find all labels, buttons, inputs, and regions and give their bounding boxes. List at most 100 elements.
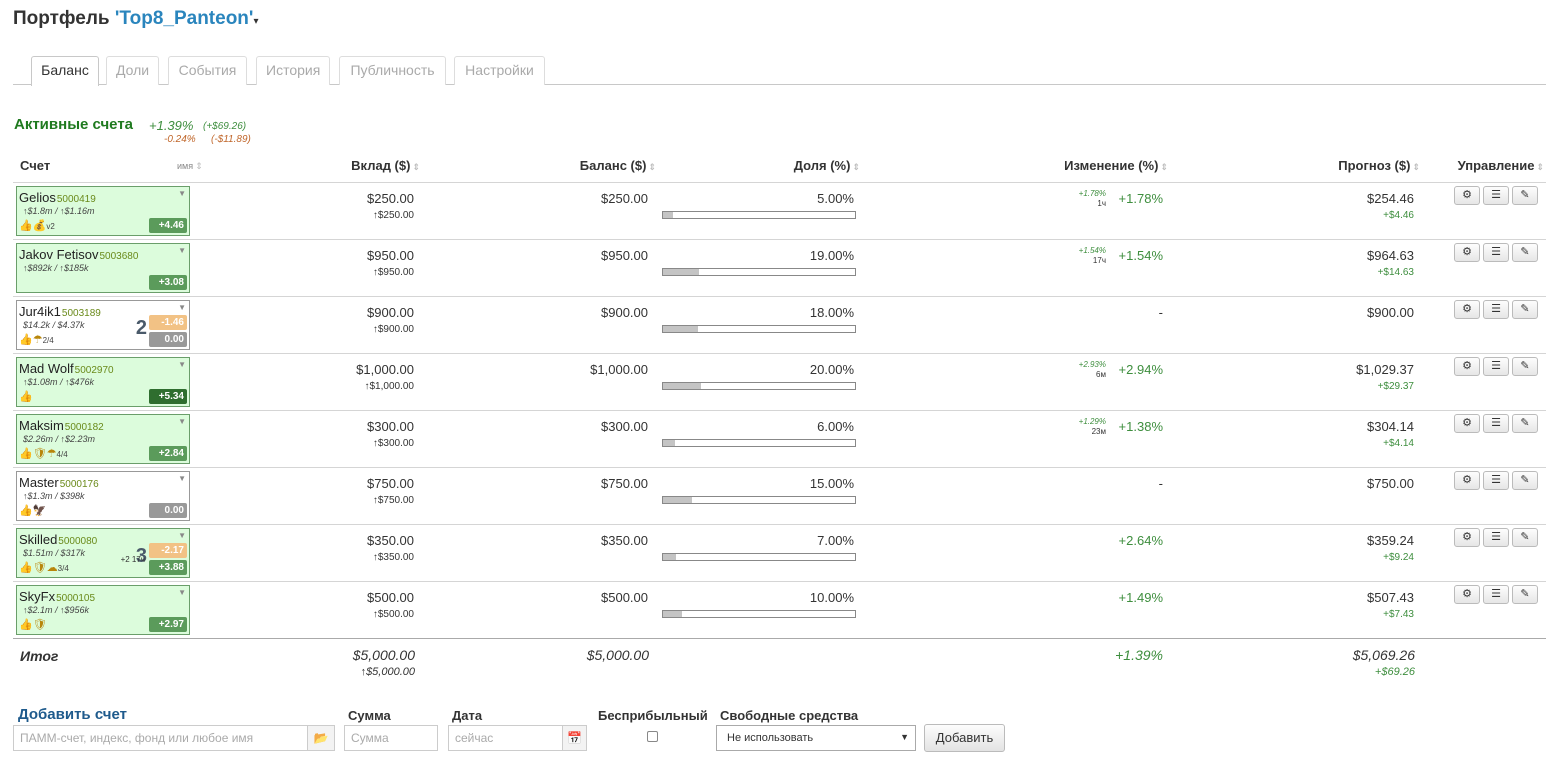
share-progress-fill (663, 611, 682, 617)
gear-icon[interactable]: ⚙ (1454, 471, 1480, 490)
account-rating-icons: 👍☂2/4 (19, 334, 54, 346)
sum-input[interactable]: Сумма (344, 725, 438, 751)
sort-icon: ⇕ (1160, 162, 1168, 172)
sort-by-name[interactable]: имя ⇕ (177, 161, 203, 172)
account-card[interactable]: Skilled5000080 ▼ $1.51m / $317k 👍🛡☁3/4 3… (16, 528, 190, 578)
card-menu-caret-icon[interactable]: ▼ (178, 246, 186, 255)
account-capital: ↑$2.1m / ↑$956k (23, 605, 90, 615)
pencil-icon[interactable]: ✎ (1512, 471, 1538, 490)
account-search-input[interactable]: ПАММ-счет, индекс, фонд или любое имя (13, 725, 308, 751)
tab-publicity[interactable]: Публичность (339, 56, 446, 85)
gear-icon[interactable]: ⚙ (1454, 243, 1480, 262)
account-profit-badge: +2.84 (149, 446, 187, 461)
account-card[interactable]: Jur4ik15003189 ▼ $14.2k / $4.37k 👍☂2/4 2… (16, 300, 190, 350)
gear-icon[interactable]: ⚙ (1454, 528, 1480, 547)
account-loss-badge: -1.46 (149, 315, 187, 330)
card-menu-caret-icon[interactable]: ▼ (178, 303, 186, 312)
gear-icon[interactable]: ⚙ (1454, 585, 1480, 604)
card-menu-caret-icon[interactable]: ▼ (178, 417, 186, 426)
account-name: Master5000176 (19, 475, 99, 490)
col-change[interactable]: Изменение (%) ⇕ (1020, 158, 1168, 173)
free-funds-select[interactable]: Не использовать ▼ (716, 725, 916, 751)
account-name: Mad Wolf5002970 (19, 361, 114, 376)
pencil-icon[interactable]: ✎ (1512, 585, 1538, 604)
account-name: Jur4ik15003189 (19, 304, 101, 319)
gear-icon[interactable]: ⚙ (1454, 414, 1480, 433)
account-card[interactable]: Mad Wolf5002970 ▼ ↑$1.08m / ↑$476k 👍 +5.… (16, 357, 190, 407)
list-icon[interactable]: ☰ (1483, 300, 1509, 319)
total-row: Итог $5,000.00 ↑$5,000.00 $5,000.00 +1.3… (13, 640, 1546, 690)
deposit-sub: ↑$900.00 (372, 324, 414, 335)
account-card[interactable]: Jakov Fetisov5003680 ▼ ↑$892k / ↑$185k +… (16, 243, 190, 293)
change-value: +1.54% (1118, 248, 1163, 263)
change-value: +1.38% (1118, 419, 1163, 434)
tab-history[interactable]: История (256, 56, 330, 85)
tab-settings[interactable]: Настройки (454, 56, 545, 85)
account-name: SkyFx5000105 (19, 589, 96, 604)
col-share[interactable]: Доля (%) ⇕ (740, 158, 860, 173)
col-deposit[interactable]: Вклад ($) ⇕ (300, 158, 420, 173)
share-progress-bar (662, 382, 856, 390)
portfolio-name[interactable]: 'Top8_Panteon' (115, 8, 254, 29)
col-manage[interactable]: Управление ⇕ (1420, 158, 1544, 173)
pencil-icon[interactable]: ✎ (1512, 357, 1538, 376)
card-menu-caret-icon[interactable]: ▼ (178, 531, 186, 540)
list-icon[interactable]: ☰ (1483, 243, 1509, 262)
pencil-icon[interactable]: ✎ (1512, 414, 1538, 433)
tab-events[interactable]: События (168, 56, 247, 85)
change-value: - (1158, 305, 1163, 320)
chevron-down-icon: ▼ (900, 732, 909, 742)
pencil-icon[interactable]: ✎ (1512, 300, 1538, 319)
pencil-icon[interactable]: ✎ (1512, 243, 1538, 262)
account-name: Jakov Fetisov5003680 (19, 247, 139, 262)
pencil-icon[interactable]: ✎ (1512, 528, 1538, 547)
account-rating-icons: 👍🛡 (19, 619, 47, 631)
date-input[interactable]: сейчас (448, 725, 563, 751)
share-progress-bar (662, 325, 856, 333)
change-value: +1.78% (1118, 191, 1163, 206)
account-rating-icons: 👍🦅 (19, 505, 47, 517)
change-value: - (1158, 476, 1163, 491)
list-icon[interactable]: ☰ (1483, 585, 1509, 604)
portfolio-menu-caret-icon[interactable]: ▾ (253, 16, 258, 27)
title-prefix: Портфель (13, 8, 110, 29)
account-card[interactable]: Master5000176 ▼ ↑$1.3m / $398k 👍🦅 0.00 (16, 471, 190, 521)
share-value: 18.00% (809, 305, 854, 320)
tab-shares[interactable]: Доли (106, 56, 159, 85)
tab-balance[interactable]: Баланс (31, 56, 99, 86)
account-card[interactable]: Maksim5000182 ▼ $2.26m / ↑$2.23m 👍🛡☂4/4 … (16, 414, 190, 464)
sum-label: Сумма (348, 708, 391, 723)
add-button[interactable]: Добавить (924, 724, 1005, 752)
list-icon[interactable]: ☰ (1483, 186, 1509, 205)
noprofit-label: Бесприбыльный (598, 708, 708, 723)
list-icon[interactable]: ☰ (1483, 528, 1509, 547)
calendar-icon[interactable]: 📅 (562, 725, 587, 751)
account-card[interactable]: Gelios5000419 ▼ ↑$1.8m / ↑$1.16m 👍💰v2 +4… (16, 186, 190, 236)
card-menu-caret-icon[interactable]: ▼ (178, 360, 186, 369)
col-balance[interactable]: Баланс ($) ⇕ (530, 158, 656, 173)
pencil-icon[interactable]: ✎ (1512, 186, 1538, 205)
account-id: 5003680 (99, 251, 139, 262)
gear-icon[interactable]: ⚙ (1454, 300, 1480, 319)
list-icon[interactable]: ☰ (1483, 414, 1509, 433)
list-icon[interactable]: ☰ (1483, 357, 1509, 376)
gear-icon[interactable]: ⚙ (1454, 357, 1480, 376)
noprofit-checkbox[interactable] (647, 731, 658, 742)
sort-icon: ⇕ (852, 162, 860, 172)
share-progress-bar (662, 268, 856, 276)
card-menu-caret-icon[interactable]: ▼ (178, 189, 186, 198)
card-menu-caret-icon[interactable]: ▼ (178, 588, 186, 597)
share-progress-fill (663, 383, 701, 389)
list-icon[interactable]: ☰ (1483, 471, 1509, 490)
forecast-sub: +$4.46 (1383, 210, 1414, 221)
col-account: Счет (20, 158, 51, 173)
gear-icon[interactable]: ⚙ (1454, 186, 1480, 205)
table-row: Gelios5000419 ▼ ↑$1.8m / ↑$1.16m 👍💰v2 +4… (13, 183, 1546, 240)
account-card[interactable]: SkyFx5000105 ▼ ↑$2.1m / ↑$956k 👍🛡 +2.97 (16, 585, 190, 635)
card-menu-caret-icon[interactable]: ▼ (178, 474, 186, 483)
folder-icon[interactable]: 📂 (307, 725, 335, 751)
deposit-sub: ↑$300.00 (372, 438, 414, 449)
col-forecast[interactable]: Прогноз ($) ⇕ (1300, 158, 1420, 173)
forecast-value: $964.63 (1367, 248, 1414, 263)
share-progress-bar (662, 439, 856, 447)
